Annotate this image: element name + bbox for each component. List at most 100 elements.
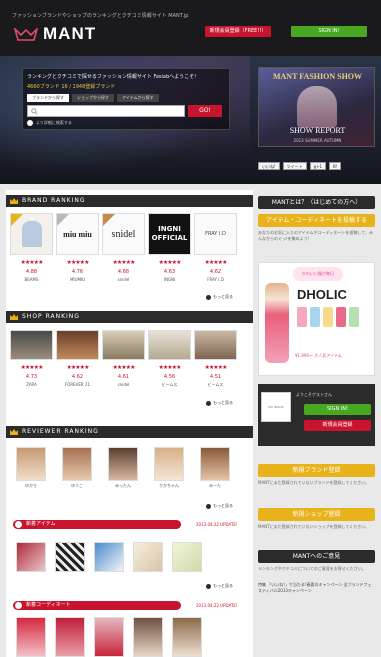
- reviewer-name: みったん: [115, 483, 131, 488]
- brand-card[interactable]: INGNI OFFICIAL ★★★★★ 4.63 INGNI: [148, 213, 191, 282]
- reviewer-card[interactable]: りかちゃん: [154, 447, 184, 489]
- shop-thumb: [148, 330, 191, 360]
- tab-brand[interactable]: ブランドから探す: [27, 94, 69, 102]
- show-report-sub: 2013 SUMMER AUTUMN: [293, 138, 342, 143]
- ad-clothes: [297, 307, 359, 327]
- gplus-button[interactable]: g+1: [309, 162, 327, 170]
- dholic-ad-banner[interactable]: かわいい服が毎日 DHOLIC ¥1,990〜 大人気アイテム: [258, 262, 375, 376]
- tab-shop[interactable]: ショップから探す: [72, 94, 114, 102]
- coordinate-thumb[interactable]: [16, 617, 46, 657]
- new-items-updated: 2013.04.22 UPDATE!: [196, 522, 238, 527]
- reviewer-card[interactable]: みーた: [200, 447, 230, 489]
- rank-badge-icon: [103, 214, 115, 226]
- items-more-link[interactable]: もっと見る: [206, 583, 233, 589]
- rating-value: 4.56: [163, 374, 176, 380]
- coordinate-thumb[interactable]: [172, 617, 202, 657]
- tweet-button[interactable]: ツイート: [282, 162, 307, 170]
- brand-card[interactable]: ★★★★★ 4.88 BEAMS: [10, 213, 53, 282]
- ad-price: ¥1,990〜 大人気アイテム: [295, 353, 342, 358]
- arrow-right-icon: [206, 400, 211, 406]
- brand-card[interactable]: snidel ★★★★★ 4.68 snidel: [102, 213, 145, 282]
- brand-card[interactable]: FRAY I.D ★★★★★ 4.62 FRAY I.D: [194, 213, 237, 282]
- reviewer-avatar: [108, 447, 138, 481]
- reviewer-name: ゆうこ: [71, 483, 83, 488]
- brand-card[interactable]: miu miu ★★★★★ 4.76 MIUMIU: [56, 213, 99, 282]
- fashion-show-banner[interactable]: MANT FASHION SHOW SHOW REPORT 2013 SUMME…: [258, 67, 375, 147]
- tab-item[interactable]: アイテムから探す: [117, 94, 159, 102]
- reviewer-card[interactable]: みったん: [108, 447, 138, 489]
- hatena-button[interactable]: B!: [329, 162, 342, 170]
- rating-value: 4.51: [209, 374, 222, 380]
- show-report-title: SHOW REPORT: [289, 126, 346, 135]
- item-thumb[interactable]: [133, 542, 163, 572]
- brand-name: BEAMS: [24, 277, 39, 282]
- reviewer-name: りかちゃん: [159, 483, 179, 488]
- rating-stars: ★★★★★: [66, 364, 90, 371]
- register-button[interactable]: 新規会員登録（FREE!!）: [205, 26, 271, 37]
- shop-card[interactable]: ★★★★★ 4.73 ZARA: [10, 330, 53, 388]
- shop-register-button[interactable]: 新規ショップ登録: [258, 508, 375, 521]
- item-thumb[interactable]: [16, 542, 46, 572]
- campaign-news[interactable]: 特集 「いいね!」で当たる!春夏のキャンペーン 全ブランドフェスティバル2013…: [258, 582, 375, 594]
- sidebar-register-button[interactable]: 新規会員登録: [304, 420, 371, 431]
- brand-thumb: [10, 213, 53, 255]
- search-input[interactable]: [27, 105, 185, 117]
- detail-search-link[interactable]: より詳細に検索する: [27, 120, 225, 126]
- rating-value: 4.88: [25, 269, 38, 275]
- reviewer-more-link[interactable]: もっと見る: [206, 503, 233, 509]
- signin-button[interactable]: SIGN IN!: [291, 26, 367, 37]
- post-item-button[interactable]: アイテム・コーディネートを投稿する: [258, 214, 375, 227]
- site-logo[interactable]: MANT: [14, 24, 96, 44]
- brand-more-link[interactable]: もっと見る: [206, 294, 233, 300]
- arrow-right-icon: [206, 503, 211, 509]
- shop-register-desc: MANTにまだ登録されていないショップを登録してください。: [258, 524, 370, 529]
- shop-thumb: [194, 330, 237, 360]
- reviewer-avatar: [154, 447, 184, 481]
- arrow-right-icon: [206, 294, 211, 300]
- rating-stars: ★★★★★: [112, 259, 136, 266]
- item-thumb[interactable]: [94, 542, 124, 572]
- shop-card[interactable]: ★★★★★ 4.62 FOREVER 21: [56, 330, 99, 388]
- reviewer-name: みーた: [209, 483, 221, 488]
- search-count: 4660ブランド 16 / 1948登録ブランド: [27, 84, 116, 90]
- shop-more-link[interactable]: もっと見る: [206, 400, 233, 406]
- crown-icon: [10, 429, 18, 435]
- item-thumb[interactable]: [55, 542, 85, 572]
- shop-card[interactable]: ★★★★★ 4.61 snidel: [102, 330, 145, 388]
- new-items-list: [16, 542, 202, 572]
- brand-logo-text: snidel: [111, 228, 136, 240]
- reviewer-card[interactable]: ゆうこ: [62, 447, 92, 489]
- shop-thumb: [102, 330, 145, 360]
- rating-value: 4.73: [25, 374, 38, 380]
- rating-stars: ★★★★★: [158, 259, 182, 266]
- brand-logo-text: miu miu: [63, 229, 92, 239]
- coordinate-thumb[interactable]: [133, 617, 163, 657]
- reviewer-card[interactable]: ゆかり: [16, 447, 46, 489]
- coordinate-thumb[interactable]: [94, 617, 124, 657]
- brand-register-button[interactable]: 新規ブランド登録: [258, 464, 375, 477]
- search-panel: ランキングとクチコミで探せるファッション情報サイト Fasiabへようこそ! 4…: [22, 68, 230, 130]
- fashion-show-photo: [297, 86, 337, 128]
- logo-mark-icon: [14, 27, 38, 41]
- ad-model-photo: [265, 283, 289, 363]
- shop-card[interactable]: ★★★★★ 4.51 ビームス: [194, 330, 237, 388]
- shop-thumb: [10, 330, 53, 360]
- item-thumb[interactable]: [172, 542, 202, 572]
- brand-ranking-list: ★★★★★ 4.88 BEAMS miu miu ★★★★★ 4.76 MIUM…: [10, 213, 237, 282]
- mant-feedback-button[interactable]: MANTへのご意見: [258, 550, 375, 563]
- shop-card[interactable]: ★★★★★ 4.56 ビームス: [148, 330, 191, 388]
- sidebar-signin-button[interactable]: SIGN IN!: [304, 404, 371, 415]
- search-icon: [31, 107, 38, 115]
- reviewer-ranking-header: REVIEWER RANKING: [6, 426, 253, 438]
- rating-value: 4.68: [117, 269, 130, 275]
- about-mant-button[interactable]: MANTとは？（はじめての方へ）: [258, 196, 375, 209]
- rating-stars: ★★★★★: [66, 259, 90, 266]
- reviewer-ranking-list: ゆかり ゆうこ みったん りかちゃん みーた: [16, 447, 230, 489]
- coordinate-thumb[interactable]: [55, 617, 85, 657]
- rating-stars: ★★★★★: [204, 364, 228, 371]
- rank-badge-icon: [57, 214, 69, 226]
- search-go-button[interactable]: GO!: [188, 105, 222, 117]
- rating-stars: ★★★★★: [20, 364, 44, 371]
- facebook-like-button[interactable]: いいね!: [258, 162, 280, 170]
- brand-name: INGNI: [163, 277, 176, 282]
